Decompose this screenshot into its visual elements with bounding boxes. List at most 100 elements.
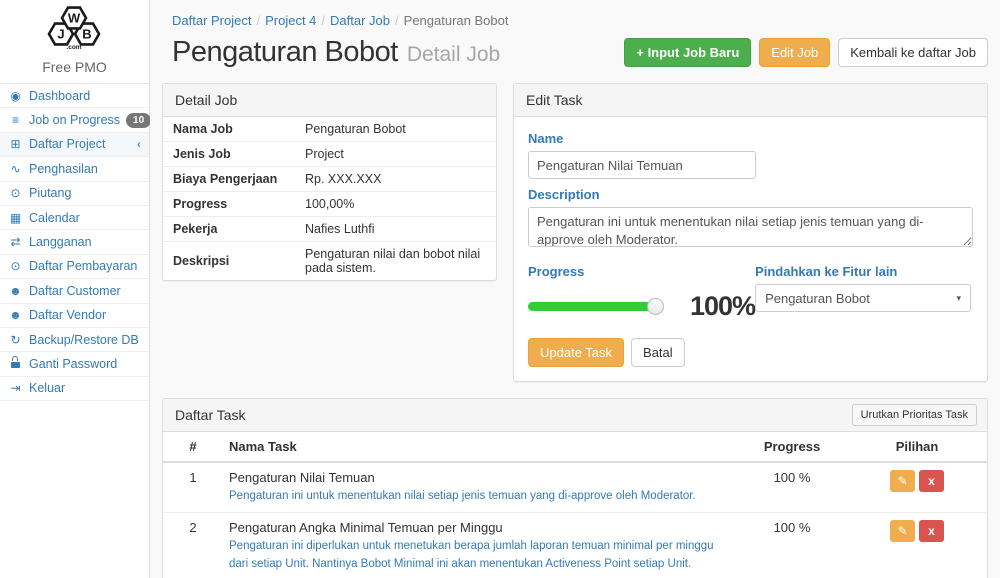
svg-text:J: J: [57, 27, 64, 42]
sidebar-item-label: Job on Progress: [29, 113, 120, 127]
sidebar-item-label: Daftar Customer: [29, 284, 121, 298]
sidebar-item-calendar[interactable]: ▦ Calendar: [0, 206, 149, 230]
page-subtitle: Detail Job: [407, 43, 500, 67]
sidebar-item-label: Dashboard: [29, 89, 90, 103]
task-name-input[interactable]: [528, 151, 756, 179]
detail-row-pekerja: Pekerja Nafies Luthfi: [163, 217, 496, 242]
job-count-badge: 10: [126, 113, 151, 128]
detail-value: Project: [295, 142, 496, 167]
edit-task-icon-button[interactable]: ✎: [890, 520, 915, 542]
delete-task-icon-button[interactable]: x: [919, 470, 944, 492]
sidebar-item-job-on-progress[interactable]: ≡ Job on Progress 10: [0, 108, 149, 132]
detail-label: Pekerja: [163, 217, 295, 242]
sidebar-item-daftar-vendor[interactable]: ☻ Daftar Vendor: [0, 304, 149, 328]
progress-row: Progress 100% Update Task Batal: [528, 256, 973, 367]
sign-out-icon: ⇥: [8, 381, 23, 395]
jwb-logo-icon: W J B .com: [39, 5, 111, 51]
daftar-task-heading: Daftar Task Urutkan Prioritas Task: [163, 399, 987, 432]
edit-task-form: Name Description Pengaturan ini untuk me…: [514, 117, 987, 381]
sidebar-item-label: Keluar: [29, 381, 65, 395]
detail-row-jenis-job: Jenis Job Project: [163, 142, 496, 167]
task-num: 2: [163, 513, 223, 578]
chart-line-icon: ∿: [8, 162, 23, 176]
sidebar-item-keluar[interactable]: ⇥ Keluar: [0, 377, 149, 401]
task-name: Pengaturan Angka Minimal Temuan per Ming…: [229, 520, 731, 535]
task-name: Pengaturan Nilai Temuan: [229, 470, 731, 485]
batal-button[interactable]: Batal: [631, 338, 685, 367]
dashboard-icon: ◉: [8, 89, 23, 103]
sidebar-item-label: Penghasilan: [29, 162, 98, 176]
delete-task-icon-button[interactable]: x: [919, 520, 944, 542]
update-task-button[interactable]: Update Task: [528, 338, 624, 367]
breadcrumb-link-project-4[interactable]: Project 4: [265, 13, 316, 28]
urutkan-prioritas-task-button[interactable]: Urutkan Prioritas Task: [852, 404, 977, 426]
breadcrumb-link-daftar-project[interactable]: Daftar Project: [172, 13, 251, 28]
sidebar-item-langganan[interactable]: ⇄ Langganan: [0, 230, 149, 254]
task-description: Pengaturan ini diperlukan untuk menetuka…: [229, 538, 731, 573]
detail-row-progress: Progress 100,00%: [163, 192, 496, 217]
column-nama-task: Nama Task: [223, 432, 737, 462]
sidebar-item-dashboard[interactable]: ◉ Dashboard: [0, 84, 149, 108]
breadcrumb-separator: /: [395, 13, 399, 28]
description-label: Description: [528, 187, 973, 202]
progress-slider[interactable]: [528, 302, 660, 311]
caret-down-icon: ▾: [957, 293, 962, 304]
detail-row-nama-job: Nama Job Pengaturan Bobot: [163, 117, 496, 142]
breadcrumb: Daftar Project / Project 4 / Daftar Job / Peng…: [150, 0, 1000, 32]
breadcrumb-separator: /: [321, 13, 325, 28]
sidebar-menu: ◉ Dashboard ≡ Job on Progress 10 ⊞ Dafta…: [0, 84, 149, 401]
task-description-textarea[interactable]: Pengaturan ini untuk menentukan nilai se…: [528, 207, 973, 247]
sidebar: W J B .com Free PMO ◉ Dashboard ≡ Job on…: [0, 0, 150, 578]
detail-row-biaya-pengerjaan: Biaya Pengerjaan Rp. XXX.XXX: [163, 167, 496, 192]
table-row: 1 Pengaturan Nilai Temuan Pengaturan ini…: [163, 462, 987, 513]
name-label: Name: [528, 131, 973, 146]
chevron-left-icon: ‹: [137, 137, 141, 151]
task-table: # Nama Task Progress Pilihan 1 Pengatura…: [163, 432, 987, 578]
repeat-icon: ⇄: [8, 235, 23, 249]
detail-label: Deskripsi: [163, 242, 295, 281]
header-buttons: + Input Job Baru Edit Job Kembali ke daf…: [624, 38, 988, 67]
task-description: Pengaturan ini untuk menentukan nilai se…: [229, 488, 731, 505]
list-icon: ≡: [8, 113, 23, 127]
daftar-task-panel-title: Daftar Task: [175, 407, 246, 423]
sidebar-item-label: Daftar Vendor: [29, 308, 106, 322]
main-content: Daftar Project / Project 4 / Daftar Job / Peng…: [150, 0, 1000, 578]
users-icon: ☻: [8, 308, 23, 322]
users-icon: ☻: [8, 284, 23, 298]
breadcrumb-separator: /: [256, 13, 260, 28]
column-num: #: [163, 432, 223, 462]
breadcrumb-link-daftar-job[interactable]: Daftar Job: [330, 13, 390, 28]
sidebar-item-label: Piutang: [29, 186, 71, 200]
logo[interactable]: W J B .com Free PMO: [0, 0, 149, 84]
move-feature-label: Pindahkan ke Fitur lain: [755, 264, 973, 279]
page-title: Pengaturan Bobot: [172, 36, 398, 69]
sidebar-item-piutang[interactable]: ⊙ Piutang: [0, 182, 149, 206]
breadcrumb-current: Pengaturan Bobot: [404, 13, 509, 28]
sidebar-item-daftar-project[interactable]: ⊞ Daftar Project ‹: [0, 133, 149, 157]
task-progress: 100 %: [737, 513, 847, 578]
table-icon: ⊞: [8, 137, 23, 151]
calendar-icon: ▦: [8, 211, 23, 225]
money-icon: ⊙: [8, 259, 23, 273]
sidebar-item-label: Daftar Pembayaran: [29, 259, 137, 273]
task-num: 1: [163, 462, 223, 513]
detail-label: Progress: [163, 192, 295, 217]
detail-value: Rp. XXX.XXX: [295, 167, 496, 192]
edit-job-button[interactable]: Edit Job: [759, 38, 830, 67]
sidebar-item-ganti-password[interactable]: Ganti Password: [0, 352, 149, 376]
slider-handle[interactable]: [647, 298, 664, 315]
move-feature-select[interactable]: Pengaturan Bobot ▾: [755, 284, 971, 312]
sidebar-item-daftar-customer[interactable]: ☻ Daftar Customer: [0, 279, 149, 303]
kembali-ke-daftar-job-button[interactable]: Kembali ke daftar Job: [838, 38, 988, 67]
daftar-task-panel: Daftar Task Urutkan Prioritas Task # Nam…: [162, 398, 988, 578]
edit-task-icon-button[interactable]: ✎: [890, 470, 915, 492]
refresh-icon: ↻: [8, 333, 23, 347]
column-progress: Progress: [737, 432, 847, 462]
detail-label: Biaya Pengerjaan: [163, 167, 295, 192]
input-job-baru-button[interactable]: + Input Job Baru: [624, 38, 751, 67]
svg-text:B: B: [82, 27, 91, 42]
sidebar-item-penghasilan[interactable]: ∿ Penghasilan: [0, 157, 149, 181]
sidebar-item-daftar-pembayaran[interactable]: ⊙ Daftar Pembayaran: [0, 255, 149, 279]
sidebar-item-backup-restore-db[interactable]: ↻ Backup/Restore DB: [0, 328, 149, 352]
detail-value: Pengaturan Bobot: [295, 117, 496, 142]
